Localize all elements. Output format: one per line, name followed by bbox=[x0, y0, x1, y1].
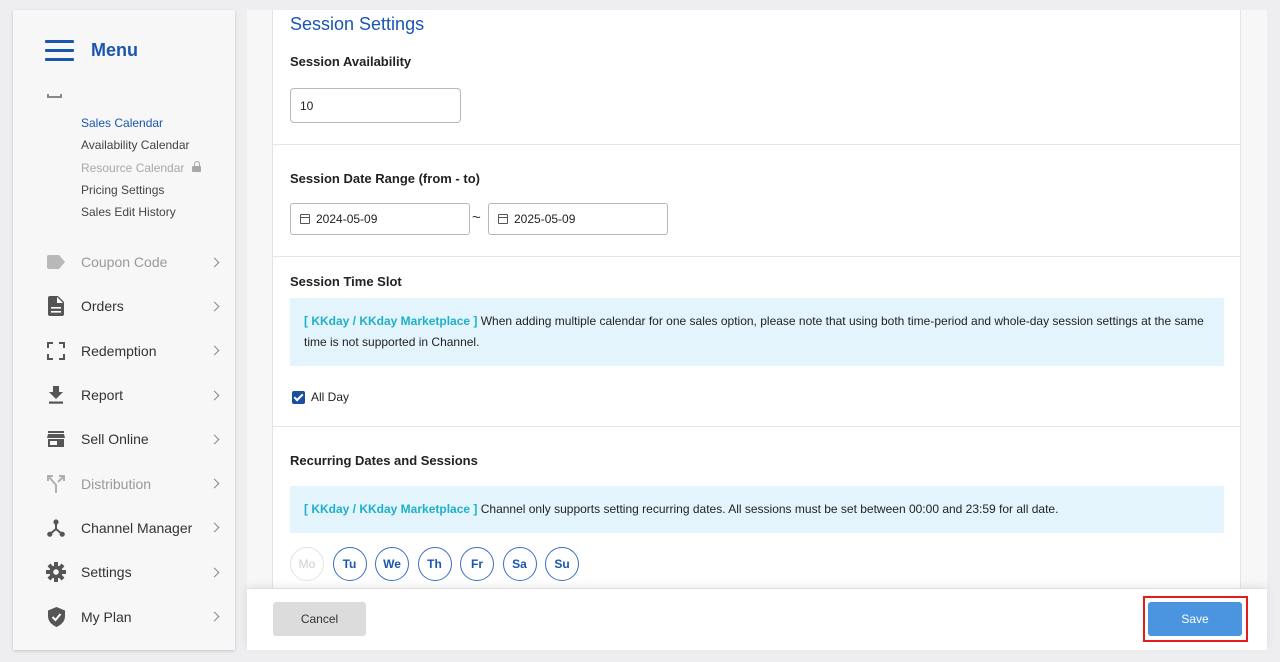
sidebar-item-orders[interactable]: Orders bbox=[13, 284, 235, 328]
sidebar-item-distribution[interactable]: Distribution bbox=[13, 461, 235, 505]
chevron-right-icon bbox=[209, 522, 220, 533]
weekday-selector: Mo Tu We Th Fr Sa Su bbox=[290, 547, 588, 581]
shield-icon bbox=[46, 606, 66, 627]
chevron-right-icon bbox=[209, 567, 220, 578]
gear-icon bbox=[46, 562, 66, 583]
form-footer: Cancel Save bbox=[247, 589, 1267, 650]
save-button[interactable]: Save bbox=[1148, 602, 1242, 636]
chevron-right-icon bbox=[209, 345, 220, 356]
submenu-item-sales-calendar[interactable]: Sales Calendar bbox=[81, 112, 201, 134]
document-icon bbox=[46, 296, 66, 317]
chevron-right-icon bbox=[209, 390, 220, 400]
chevron-right-icon bbox=[209, 257, 220, 268]
hamburger-icon[interactable] bbox=[45, 40, 74, 61]
sidebar-item-label: Redemption bbox=[81, 342, 157, 359]
sidebar-item-label: Distribution bbox=[81, 475, 152, 492]
sidebar: Menu Sales Calendar Availability Calenda… bbox=[13, 10, 235, 650]
chevron-right-icon bbox=[209, 434, 220, 445]
tag-icon bbox=[46, 252, 66, 272]
session-settings-form: Session Settings Session Availability 10… bbox=[272, 10, 1241, 588]
submenu-item-availability-calendar[interactable]: Availability Calendar bbox=[81, 134, 201, 156]
chevron-right-icon bbox=[209, 301, 220, 312]
hub-icon bbox=[46, 518, 66, 538]
recurring-notice: [ KKday / KKday Marketplace ] Channel on… bbox=[290, 486, 1224, 533]
menu-header[interactable]: Menu bbox=[45, 40, 138, 61]
submenu-item-label: Resource Calendar bbox=[81, 160, 185, 175]
sidebar-item-label: Sell Online bbox=[81, 431, 149, 448]
sidebar-item-label: Orders bbox=[81, 298, 124, 315]
sidebar-item-my-plan[interactable]: My Plan bbox=[13, 594, 235, 638]
divider bbox=[273, 144, 1240, 145]
chevron-right-icon bbox=[209, 478, 220, 489]
calendar-icon bbox=[300, 214, 310, 224]
day-toggle-th[interactable]: Th bbox=[417, 547, 452, 581]
date-range-separator: ~ bbox=[472, 209, 481, 226]
day-toggle-fr[interactable]: Fr bbox=[460, 547, 494, 581]
availability-label: Session Availability bbox=[290, 54, 412, 69]
sidebar-item-label: Channel Manager bbox=[81, 519, 193, 536]
store-icon bbox=[46, 429, 66, 449]
distribution-icon bbox=[46, 474, 66, 494]
sidebar-item-label: Settings bbox=[81, 564, 132, 581]
sidebar-item-redemption[interactable]: Redemption bbox=[13, 329, 235, 373]
menu-title: Menu bbox=[91, 40, 138, 60]
date-from-value: 2024-05-09 bbox=[316, 212, 378, 226]
all-day-label: All Day bbox=[311, 390, 350, 404]
chevron-right-icon bbox=[209, 611, 220, 622]
day-toggle-sa[interactable]: Sa bbox=[502, 547, 537, 581]
sidebar-item-label: My Plan bbox=[81, 608, 132, 625]
date-from-input[interactable]: 2024-05-09 bbox=[290, 203, 470, 235]
calendar-icon bbox=[47, 94, 62, 98]
download-icon bbox=[46, 385, 66, 405]
submenu-item-pricing-settings[interactable]: Pricing Settings bbox=[81, 179, 201, 201]
sidebar-item-sell-online[interactable]: Sell Online bbox=[13, 417, 235, 461]
submenu: Sales Calendar Availability Calendar Res… bbox=[81, 112, 202, 223]
notice-tag: [ KKday / KKday Marketplace ] bbox=[304, 314, 478, 328]
notice-tag: [ KKday / KKday Marketplace ] bbox=[304, 502, 478, 516]
day-toggle-mo: Mo bbox=[290, 547, 324, 581]
availability-input[interactable]: 10 bbox=[290, 88, 461, 123]
date-to-value: 2025-05-09 bbox=[514, 212, 576, 226]
submenu-item-sales-edit-history[interactable]: Sales Edit History bbox=[81, 201, 201, 223]
sidebar-item-label: Coupon Code bbox=[81, 254, 168, 271]
submenu-item-resource-calendar: Resource Calendar bbox=[81, 157, 202, 179]
section-title: Session Settings bbox=[290, 14, 425, 34]
sidebar-item-report[interactable]: Report bbox=[13, 373, 235, 417]
day-toggle-su[interactable]: Su bbox=[545, 547, 579, 581]
lock-icon bbox=[192, 161, 202, 173]
sidebar-nav: Coupon Code Orders Redemption Report Sel… bbox=[13, 240, 235, 639]
day-toggle-tu[interactable]: Tu bbox=[332, 547, 367, 581]
time-slot-label: Session Time Slot bbox=[290, 274, 402, 289]
date-range-label: Session Date Range (from - to) bbox=[290, 171, 480, 186]
day-toggle-we[interactable]: We bbox=[375, 547, 409, 581]
sidebar-item-coupon-code[interactable]: Coupon Code bbox=[13, 240, 235, 284]
date-to-input[interactable]: 2025-05-09 bbox=[488, 203, 668, 235]
time-slot-notice: [ KKday / KKday Marketplace ] When addin… bbox=[290, 298, 1224, 366]
main-panel: Session Settings Session Availability 10… bbox=[247, 10, 1267, 588]
sidebar-item-channel-manager[interactable]: Channel Manager bbox=[13, 506, 235, 550]
recurring-label: Recurring Dates and Sessions bbox=[290, 453, 478, 468]
sidebar-item-settings[interactable]: Settings bbox=[13, 550, 235, 594]
cancel-button[interactable]: Cancel bbox=[273, 602, 366, 636]
calendar-icon bbox=[498, 214, 508, 224]
divider bbox=[273, 256, 1240, 257]
scan-icon bbox=[46, 341, 66, 361]
divider bbox=[273, 426, 1240, 427]
sidebar-item-label: Report bbox=[81, 387, 124, 404]
all-day-checkbox[interactable] bbox=[292, 390, 305, 404]
all-day-option[interactable]: All Day bbox=[292, 390, 349, 404]
notice-text: Channel only supports setting recurring … bbox=[477, 502, 1059, 516]
